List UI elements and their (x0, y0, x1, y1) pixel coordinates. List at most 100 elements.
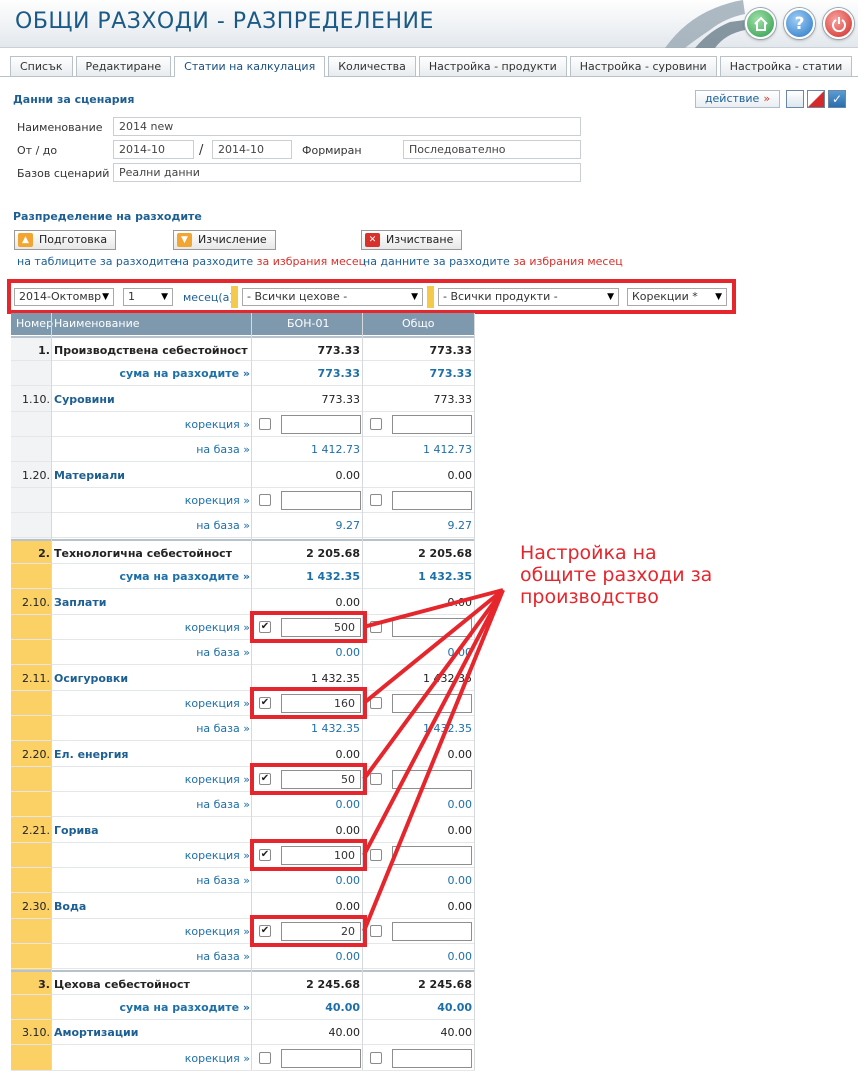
highlight-box (250, 915, 367, 948)
row-number: 2. (38, 546, 50, 560)
correction-link[interactable]: корекция » (54, 1052, 250, 1065)
row-number: 2.21. (22, 823, 50, 837)
name-field[interactable]: 2014 new (113, 117, 581, 136)
item-name[interactable]: Амортизации (54, 1026, 250, 1039)
base-link[interactable]: на база » (54, 646, 250, 659)
cell-value: 0.00 (447, 595, 473, 609)
correction-link[interactable]: корекция » (54, 697, 250, 710)
correction-link[interactable]: корекция » (54, 418, 250, 431)
table-row: 2.21. Горива 0.00 0.00 (11, 818, 475, 843)
help-icon[interactable]: ? (784, 8, 815, 39)
correction-checkbox[interactable] (370, 494, 382, 507)
item-name[interactable]: Материали (54, 469, 250, 482)
correction-checkbox[interactable] (370, 772, 382, 785)
item-name[interactable]: Заплати (54, 596, 250, 609)
correction-input[interactable] (392, 491, 472, 511)
correction-checkbox[interactable] (370, 696, 382, 709)
distribution-title: Разпределение на разходите (13, 210, 202, 223)
item-name[interactable]: Ел. енергия (54, 748, 250, 761)
tab-quantities[interactable]: Количества (328, 56, 416, 76)
base-link[interactable]: на база » (54, 950, 250, 963)
base-scenario-label: Базов сценарий (17, 167, 110, 180)
correction-input[interactable] (392, 769, 472, 789)
item-name[interactable]: Осигуровки (54, 672, 250, 685)
correction-input[interactable] (281, 1048, 361, 1068)
correction-checkbox[interactable] (370, 418, 382, 431)
annotation-line: Настройка на (520, 542, 657, 564)
cell-value: 1 412.73 (423, 443, 472, 457)
correction-checkbox[interactable] (370, 925, 382, 938)
list-view-icon[interactable] (786, 90, 804, 108)
correction-input[interactable] (392, 415, 472, 435)
cell-value: 0.00 (335, 646, 361, 660)
edit-icon[interactable] (807, 90, 825, 108)
correction-checkbox[interactable] (370, 849, 382, 861)
cell-value: 0.00 (447, 950, 473, 964)
highlight-box (250, 686, 367, 719)
power-icon[interactable] (823, 8, 854, 39)
base-link[interactable]: на база » (54, 443, 250, 456)
cell-value: 0.00 (447, 899, 473, 913)
scenario-title: Данни за сценария (13, 93, 135, 106)
table-row: сума на разходите » 773.33 773.33 (11, 361, 475, 387)
logo-bird-icon (665, 0, 745, 48)
prepare-button[interactable]: ▲ Подготовка (14, 230, 117, 250)
from-field[interactable]: 2014-10 (113, 140, 194, 159)
tab-calc-items[interactable]: Статии на калкулация (174, 56, 326, 77)
table-row: корекция » (11, 412, 475, 438)
correction-input[interactable] (392, 617, 472, 637)
page-title: ОБЩИ РАЗХОДИ - РАЗПРЕДЕЛЕНИЕ (15, 9, 434, 34)
correction-input[interactable] (281, 415, 361, 435)
home-icon[interactable] (745, 8, 776, 39)
table-row: 2.20. Ел. енергия 0.00 0.00 (11, 742, 475, 767)
clear-button[interactable]: ✕ Изчистване (361, 230, 463, 250)
base-link[interactable]: на база » (54, 519, 250, 532)
item-name[interactable]: Суровини (54, 393, 250, 406)
correction-link[interactable]: корекция » (54, 773, 250, 786)
tab-product-settings[interactable]: Настройка - продукти (418, 56, 567, 76)
confirm-icon[interactable]: ✓ (828, 90, 846, 108)
correction-input[interactable] (392, 693, 472, 713)
correction-checkbox[interactable] (259, 1051, 271, 1064)
correction-link[interactable]: корекция » (54, 925, 250, 938)
to-field[interactable]: 2014-10 (212, 140, 292, 159)
correction-input[interactable] (392, 922, 472, 942)
header-num: Номер (16, 317, 54, 330)
tab-edit[interactable]: Редактиране (75, 56, 172, 76)
table-row: корекция » ✔ 20 (11, 919, 475, 945)
cell-value: 773.33 (429, 367, 472, 381)
correction-input[interactable] (392, 1048, 472, 1068)
table-header: Номер Наименование БОН-01 Общо (11, 313, 475, 335)
tab-material-settings[interactable]: Настройка - суровини (569, 56, 717, 76)
table-row: 1. Производствена себестойност 773.33 773.3… (11, 336, 475, 361)
tab-list[interactable]: Списък (10, 56, 73, 76)
correction-link[interactable]: корекция » (54, 621, 250, 634)
sum-link[interactable]: сума на разходите » (54, 570, 251, 583)
cell-value: 773.33 (317, 344, 360, 357)
formed-field[interactable]: Последователно (403, 140, 581, 159)
correction-checkbox[interactable] (370, 620, 382, 633)
calculate-button[interactable]: ▼ Изчисление (173, 230, 276, 250)
action-label: действие (704, 92, 760, 105)
correction-checkbox[interactable] (370, 1051, 382, 1064)
highlight-box (250, 762, 367, 795)
cell-value: 773.33 (321, 392, 361, 406)
base-link[interactable]: на база » (54, 874, 250, 887)
correction-checkbox[interactable] (259, 418, 271, 431)
item-name[interactable]: Горива (54, 824, 250, 837)
item-name[interactable]: Вода (54, 900, 250, 913)
action-button[interactable]: действие» (695, 90, 780, 108)
base-scenario-field[interactable]: Реални данни (113, 163, 581, 182)
sum-link[interactable]: сума на разходите » (54, 367, 251, 380)
correction-link[interactable]: корекция » (54, 849, 250, 862)
tab-item-settings[interactable]: Настройка - статии (719, 56, 853, 76)
cell-value: 0.00 (335, 747, 361, 761)
sum-link[interactable]: сума на разходите » (54, 1001, 251, 1014)
correction-checkbox[interactable] (259, 494, 271, 507)
correction-link[interactable]: корекция » (54, 494, 250, 507)
base-link[interactable]: на база » (54, 798, 250, 811)
correction-input[interactable] (392, 846, 472, 865)
correction-input[interactable] (281, 491, 361, 511)
base-link[interactable]: на база » (54, 722, 250, 735)
cell-value: 0.00 (335, 899, 361, 913)
